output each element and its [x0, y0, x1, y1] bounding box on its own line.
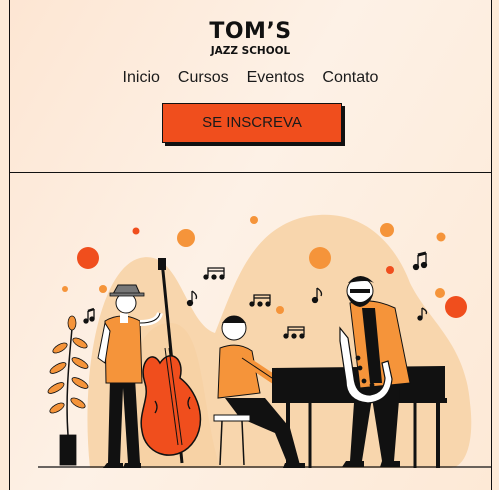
logo-title: TOM’S [209, 19, 292, 44]
plant [47, 315, 89, 466]
nav-item-inicio[interactable]: Inicio [123, 69, 160, 87]
nav-item-contato[interactable]: Contato [322, 69, 378, 87]
page-frame: TOM’S JAZZ SCHOOL Inicio Cursos Eventos … [9, 0, 492, 490]
logo-tagline: JAZZ SCHOOL [210, 45, 291, 57]
hero-illustration [10, 173, 491, 490]
nav-item-eventos[interactable]: Eventos [247, 69, 305, 87]
logo[interactable]: TOM’S JAZZ SCHOOL [10, 19, 491, 58]
main-nav: Inicio Cursos Eventos Contato [10, 69, 491, 87]
nav-item-cursos[interactable]: Cursos [178, 69, 229, 87]
signup-button[interactable]: SE INSCREVA [162, 103, 342, 143]
site-header: TOM’S JAZZ SCHOOL Inicio Cursos Eventos … [10, 0, 491, 173]
